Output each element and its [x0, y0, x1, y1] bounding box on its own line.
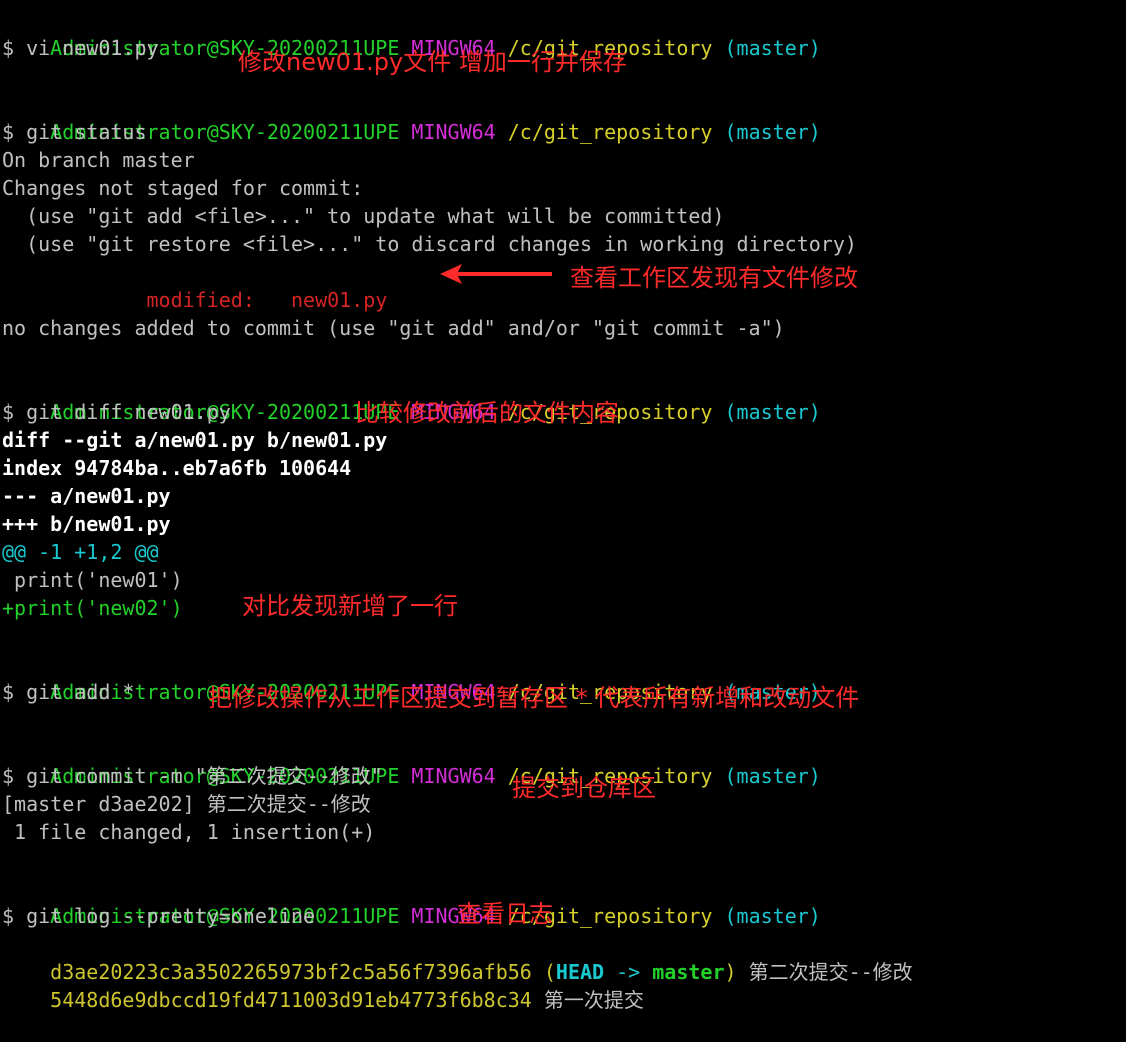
commit-message: 第二次提交--修改	[736, 960, 913, 984]
diff-header: +++ b/new01.py	[2, 512, 171, 536]
modified-file: new01.py	[291, 288, 388, 312]
modified-label: modified:	[50, 288, 291, 312]
modified-line: modified: new01.py	[2, 258, 388, 312]
annotation-commit: 提交到仓库区	[512, 774, 656, 802]
prompt-line: Administrator@SKY-20200211UPE MINGW64 /c…	[2, 650, 821, 704]
diff-header: diff --git a/new01.py b/new01.py	[2, 428, 388, 452]
annotation-log: 查看日志	[457, 900, 553, 928]
prompt-line: Administrator@SKY-20200211UPE MINGW64 /c…	[2, 734, 821, 788]
output-line: On branch master	[2, 148, 195, 172]
command-line: $ git diff new01.py	[2, 400, 231, 424]
commit-hash: 5448d6e9dbccd19fd4711003d91eb4773f6b8c34	[50, 988, 532, 1012]
annotation-status: 查看工作区发现有文件修改	[570, 264, 858, 292]
prompt-branch: (master)	[724, 904, 821, 928]
prompt-line: Administrator@SKY-20200211UPE MINGW64 /c…	[2, 874, 821, 928]
prompt-branch: (master)	[724, 400, 821, 424]
output-line: no changes added to commit (use "git add…	[2, 316, 785, 340]
terminal-window[interactable]: Administrator@SKY-20200211UPE MINGW64 /c…	[0, 0, 1126, 1012]
output-line: (use "git add <file>..." to update what …	[2, 204, 725, 228]
prompt-line: Administrator@SKY-20200211UPE MINGW64 /c…	[2, 90, 821, 144]
head-branch: master	[652, 960, 725, 984]
output-line: Changes not staged for commit:	[2, 176, 364, 200]
log-entry: d3ae20223c3a3502265973bf2c5a56f7396afb56…	[2, 930, 913, 984]
prompt-branch: (master)	[724, 120, 821, 144]
command-line: $ vi new01.py	[2, 36, 159, 60]
output-line: 1 file changed, 1 insertion(+)	[2, 820, 376, 844]
diff-added: +print('new02')	[2, 596, 183, 620]
command-line: $ git commit -m "第二次提交--修改"	[2, 764, 383, 788]
diff-header: --- a/new01.py	[2, 484, 171, 508]
diff-hunk: @@ -1 +1,2 @@	[2, 540, 159, 564]
commit-message: 第一次提交	[531, 988, 644, 1012]
prompt-line: Administrator@SKY-20200211UPE MINGW64 /c…	[2, 370, 821, 424]
annotation-vi: 修改new01.py文件 增加一行并保存	[238, 48, 627, 76]
command-line: $ git add *	[2, 680, 135, 704]
prompt-shell: MINGW64	[411, 764, 496, 788]
output-line: (use "git restore <file>..." to discard …	[2, 232, 857, 256]
output-line: [master d3ae202] 第二次提交--修改	[2, 792, 371, 816]
diff-context: print('new01')	[2, 568, 183, 592]
annotation-diff: 比较修改前后的文件内容	[355, 399, 619, 427]
annotation-add: 把修改操作从工作区提交到暂存区 * 代表所有新增和改动文件	[208, 684, 860, 712]
prompt-branch: (master)	[724, 36, 821, 60]
command-line: $ git status	[2, 120, 147, 144]
prompt-line: Administrator@SKY-20200211UPE MINGW64 /c…	[2, 6, 821, 60]
prompt-path: /c/git_repository	[507, 120, 713, 144]
prompt-branch: (master)	[724, 764, 821, 788]
head-paren-close: )	[724, 960, 737, 984]
command-line: $ git log --pretty=oneline	[2, 904, 316, 928]
arrow-left-icon	[440, 264, 552, 284]
prompt-shell: MINGW64	[411, 120, 496, 144]
diff-header: index 94784ba..eb7a6fb 100644	[2, 456, 352, 480]
log-entry: 5448d6e9dbccd19fd4711003d91eb4773f6b8c34…	[2, 958, 644, 1012]
annotation-diff-result: 对比发现新增了一行	[242, 592, 458, 620]
